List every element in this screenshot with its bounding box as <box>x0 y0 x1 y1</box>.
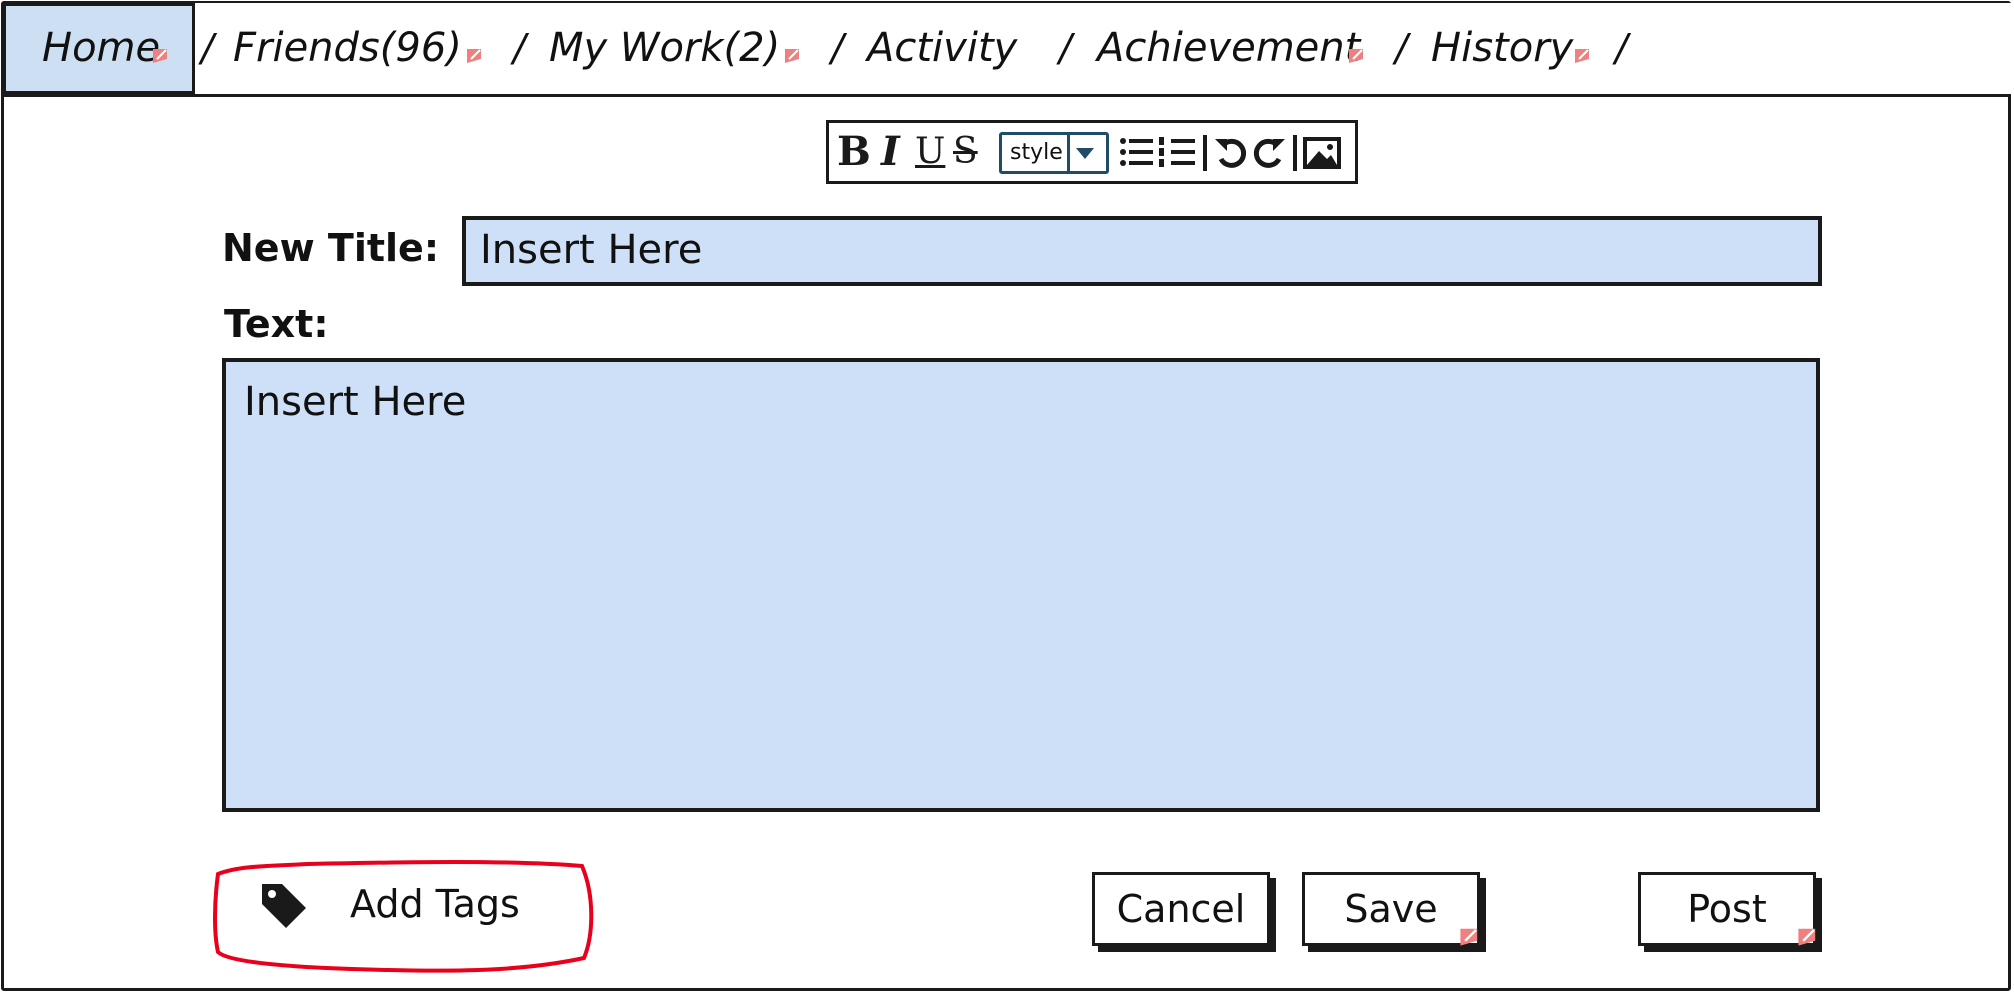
nav-item-label: My Work(2) <box>549 25 781 71</box>
bold-button[interactable]: B <box>837 123 871 181</box>
post-button[interactable]: Post <box>1638 872 1816 946</box>
toolbar-divider <box>1203 135 1207 171</box>
save-button[interactable]: Save <box>1302 872 1480 946</box>
nav-item-my-work[interactable]: My Work(2) <box>549 3 780 94</box>
nav-item-label: History <box>1431 25 1574 71</box>
nav-item-label: Friends(96) <box>233 25 462 71</box>
title-label: New Title: <box>222 226 440 270</box>
chevron-down-icon[interactable] <box>1067 135 1106 171</box>
body-textarea[interactable]: Insert Here <box>222 358 1820 812</box>
nav-item-history[interactable]: History <box>1431 3 1573 94</box>
nav-item-label: Achievement <box>1097 25 1361 71</box>
text-label: Text: <box>224 302 329 346</box>
underline-button[interactable]: U <box>915 123 945 181</box>
link-icon <box>1575 49 1589 63</box>
nav-item-label: Activity <box>867 25 1018 71</box>
undo-icon[interactable] <box>1213 135 1249 171</box>
style-select[interactable]: style <box>999 132 1109 174</box>
nav-separator: / <box>201 26 214 70</box>
nav-item-achievement[interactable]: Achievement <box>1097 3 1360 94</box>
add-tags-button[interactable]: Add Tags <box>258 874 548 934</box>
link-icon <box>153 49 167 63</box>
nav-separator: / <box>1059 26 1072 70</box>
nav-bar: Home / Friends(96) / My Work(2) / Activi… <box>3 3 2011 97</box>
formatting-toolbar: B I U S style <box>826 120 1358 184</box>
nav-separator: / <box>1615 26 1628 70</box>
nav-separator: / <box>831 26 844 70</box>
italic-button[interactable]: I <box>881 123 900 181</box>
numbered-list-icon[interactable] <box>1159 135 1197 169</box>
link-icon <box>785 49 799 63</box>
link-icon <box>467 49 481 63</box>
tag-icon <box>262 884 306 928</box>
link-icon <box>1798 928 1816 946</box>
nav-item-activity[interactable]: Activity <box>867 3 1017 94</box>
link-icon <box>1349 49 1363 63</box>
title-input[interactable]: Insert Here <box>462 216 1822 286</box>
nav-separator: / <box>1395 26 1408 70</box>
toolbar-divider <box>1293 135 1297 171</box>
redo-icon[interactable] <box>1251 135 1287 171</box>
strikethrough-button[interactable]: S <box>953 123 978 181</box>
nav-item-label: Home <box>42 25 161 71</box>
cancel-button[interactable]: Cancel <box>1092 872 1270 946</box>
link-icon <box>1460 928 1478 946</box>
bullet-list-icon[interactable] <box>1119 135 1155 169</box>
image-icon[interactable] <box>1303 137 1341 169</box>
nav-item-friends[interactable]: Friends(96) <box>233 3 462 94</box>
nav-separator: / <box>513 26 526 70</box>
add-tags-label: Add Tags <box>350 882 520 926</box>
style-select-value: style <box>1010 140 1063 165</box>
